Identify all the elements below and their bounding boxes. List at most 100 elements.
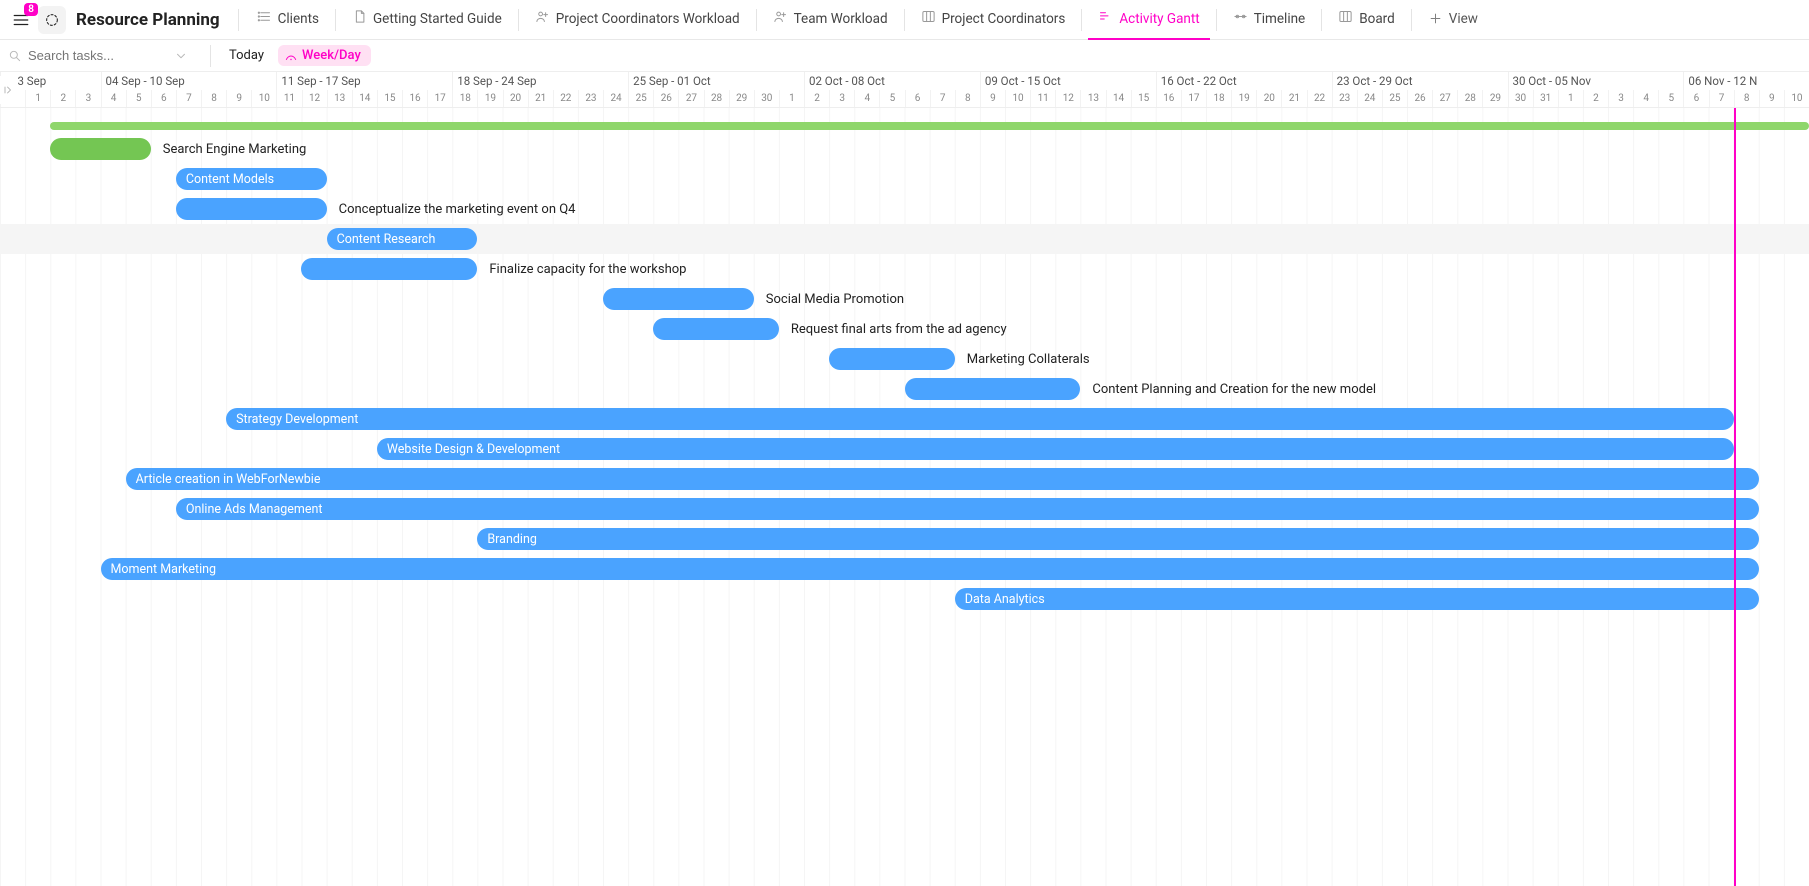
gantt-row: Search Engine Marketing: [0, 134, 1809, 164]
tab-getting-started-guide[interactable]: Getting Started Guide: [342, 0, 512, 40]
day-header: 25: [628, 90, 653, 107]
day-header: 13: [327, 90, 352, 107]
week-header: 09 Oct - 15 Oct: [980, 72, 1156, 90]
task-bar[interactable]: [176, 198, 327, 220]
day-header: 12: [1055, 90, 1080, 107]
task-bar[interactable]: [301, 258, 477, 280]
task-label: Finalize capacity for the workshop: [489, 262, 686, 277]
task-bar[interactable]: Article creation in WebForNewbie: [126, 468, 1759, 490]
main-menu-button[interactable]: 8: [8, 7, 34, 33]
gantt-row: Data Analytics: [0, 584, 1809, 614]
day-header: 30: [1508, 90, 1533, 107]
tab-project-coordinators[interactable]: Project Coordinators: [911, 0, 1076, 40]
task-bar[interactable]: Content Research: [327, 228, 478, 250]
task-bar[interactable]: [603, 288, 754, 310]
loading-circle-icon: [44, 12, 60, 28]
workload-icon: [535, 9, 550, 28]
timeline-icon: [1233, 9, 1248, 28]
gantt-area[interactable]: Today Search Engine Marketing Content Mo…: [0, 108, 1809, 886]
task-label: Marketing Collaterals: [967, 352, 1090, 367]
day-header: 10: [1784, 90, 1809, 107]
day-header: 17: [427, 90, 452, 107]
task-bar[interactable]: [829, 348, 955, 370]
day-header: 3: [1608, 90, 1633, 107]
tab-project-coordinators-workload[interactable]: Project Coordinators Workload: [525, 0, 750, 40]
gantt-row: Request final arts from the ad agency: [0, 314, 1809, 344]
task-bar[interactable]: Moment Marketing: [101, 558, 1759, 580]
zoom-level-chip[interactable]: Week/Day: [278, 45, 371, 66]
gantt-row: Conceptualize the marketing event on Q4: [0, 194, 1809, 224]
task-bar[interactable]: [50, 138, 151, 160]
gantt-icon: [1098, 9, 1113, 28]
divider: [756, 9, 757, 31]
page-title: Resource Planning: [76, 10, 220, 30]
week-header: 16 Oct - 22 Oct: [1156, 72, 1332, 90]
day-header: 31: [1533, 90, 1558, 107]
tab-team-workload[interactable]: Team Workload: [763, 0, 898, 40]
list-icon: [257, 9, 272, 28]
divider: [904, 9, 905, 31]
task-bar[interactable]: Strategy Development: [226, 408, 1734, 430]
day-header: 5: [1658, 90, 1683, 107]
task-bar[interactable]: Online Ads Management: [176, 498, 1759, 520]
notification-badge: 8: [24, 3, 38, 16]
day-header: 4: [101, 90, 126, 107]
doc-icon: [352, 9, 367, 28]
tab-label: Team Workload: [794, 11, 888, 27]
day-header: 9: [226, 90, 251, 107]
task-bar[interactable]: [905, 378, 1081, 400]
week-header: 23 Oct - 29 Oct: [1332, 72, 1508, 90]
day-header: 19: [477, 90, 502, 107]
task-label: Social Media Promotion: [766, 292, 904, 307]
task-label: Data Analytics: [965, 592, 1045, 607]
expand-sidebar-handle[interactable]: [0, 76, 18, 104]
day-header: 18: [452, 90, 477, 107]
task-bar[interactable]: Website Design & Development: [377, 438, 1734, 460]
tab-label: Getting Started Guide: [373, 11, 502, 27]
day-header: 12: [302, 90, 327, 107]
tab-board[interactable]: Board: [1328, 0, 1405, 40]
gantt-row: Branding: [0, 524, 1809, 554]
task-label: Online Ads Management: [186, 502, 323, 517]
gantt-row: Strategy Development: [0, 404, 1809, 434]
day-header: 1: [25, 90, 50, 107]
day-header: 2: [1583, 90, 1608, 107]
day-header: 20: [1256, 90, 1281, 107]
add-view-button[interactable]: View: [1418, 0, 1488, 40]
task-label: Article creation in WebForNewbie: [136, 472, 321, 487]
group-summary-bar[interactable]: [50, 122, 1809, 130]
task-bar[interactable]: Branding: [477, 528, 1758, 550]
tab-timeline[interactable]: Timeline: [1223, 0, 1316, 40]
search-box[interactable]: [8, 48, 198, 63]
divider: [238, 9, 239, 31]
space-icon-button[interactable]: [38, 6, 66, 34]
day-header: 19: [1231, 90, 1256, 107]
today-button[interactable]: Today: [223, 48, 270, 63]
tab-activity-gantt[interactable]: Activity Gantt: [1088, 0, 1209, 40]
search-input[interactable]: [28, 48, 168, 63]
task-bar[interactable]: [653, 318, 779, 340]
chevron-down-icon[interactable]: [174, 49, 188, 63]
gantt-row: Content Research: [0, 224, 1809, 254]
day-header: 7: [930, 90, 955, 107]
task-label: Search Engine Marketing: [163, 142, 307, 157]
tab-clients[interactable]: Clients: [247, 0, 329, 40]
day-header: 27: [1432, 90, 1457, 107]
group-summary-row: [0, 118, 1809, 134]
tab-label: Project Coordinators: [942, 11, 1066, 27]
week-header: 06 Nov - 12 N: [1683, 72, 1809, 90]
board-icon: [1338, 9, 1353, 28]
day-header: 9: [1759, 90, 1784, 107]
day-header: 5: [879, 90, 904, 107]
task-bar[interactable]: Content Models: [176, 168, 327, 190]
day-header: 17: [1181, 90, 1206, 107]
workload-icon: [773, 9, 788, 28]
task-bar[interactable]: Data Analytics: [955, 588, 1759, 610]
day-header: 4: [1633, 90, 1658, 107]
divider: [1081, 9, 1082, 31]
plus-icon: [1428, 11, 1443, 26]
day-header: 14: [1106, 90, 1131, 107]
day-header: 1: [779, 90, 804, 107]
day-header: 23: [578, 90, 603, 107]
divider: [1321, 9, 1322, 31]
